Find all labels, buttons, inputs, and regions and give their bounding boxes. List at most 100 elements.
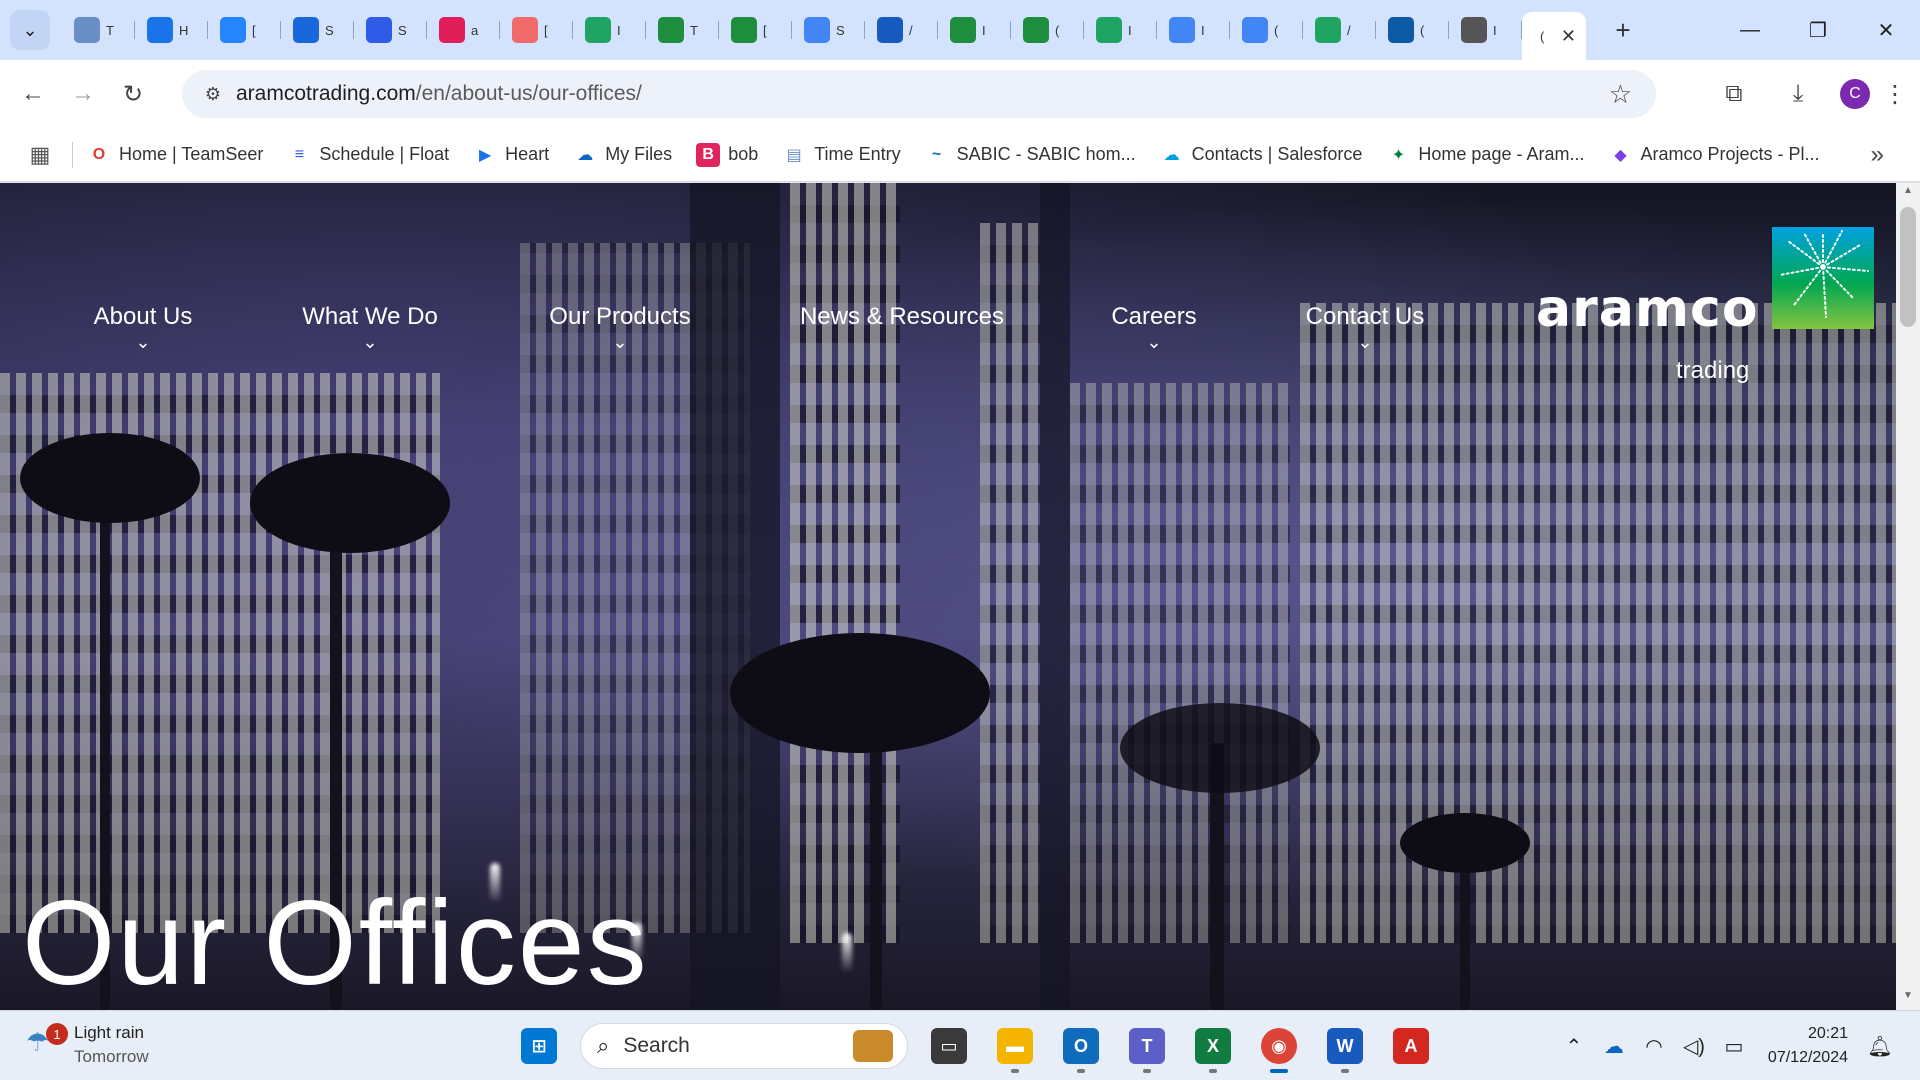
active-tab[interactable]: (✕ — [1522, 12, 1586, 60]
browser-tab[interactable]: / — [865, 12, 938, 48]
heart-icon: ▶ — [479, 146, 492, 164]
more-bookmarks-icon[interactable]: » — [1871, 141, 1884, 169]
restore-button[interactable]: ❐ — [1784, 0, 1852, 60]
tab-title: I — [982, 22, 986, 38]
bookmark-item[interactable]: ~ SABIC - SABIC hom... — [925, 143, 1136, 167]
browser-tab[interactable]: I — [573, 12, 646, 48]
taskbar-search[interactable]: ⌕ Search — [580, 1023, 908, 1069]
tab-title: / — [1347, 22, 1351, 38]
site-info-icon[interactable]: ⚙ — [190, 84, 236, 105]
clock[interactable]: 20:21 07/12/2024 — [1768, 1022, 1848, 1070]
bookmark-label: My Files — [605, 144, 673, 164]
profile-avatar[interactable]: C — [1840, 79, 1870, 109]
word-icon: W — [1327, 1028, 1363, 1064]
browser-tab[interactable]: ( — [1011, 12, 1084, 48]
nav-news-resources[interactable]: News & Resources — [800, 303, 1004, 331]
url-text[interactable]: aramcotrading.com/en/about-us/our-office… — [236, 82, 642, 106]
address-bar[interactable]: ⚙ aramcotrading.com/en/about-us/our-offi… — [182, 70, 1656, 118]
minimize-button[interactable]: — — [1716, 0, 1784, 60]
browser-tab[interactable]: I — [1157, 12, 1230, 48]
jira-icon — [220, 17, 246, 43]
bookmark-item[interactable]: O Home | TeamSeer — [87, 143, 264, 167]
start-button[interactable]: ⊞ — [506, 1019, 572, 1073]
sabic-icon: ~ — [931, 145, 942, 163]
time-entry-icon — [74, 17, 100, 43]
main-navigation: About Us ⌄ What We Do ⌄ Our Products ⌄ N… — [0, 303, 1460, 383]
sheets-icon — [1023, 17, 1049, 43]
bookmark-item[interactable]: ▶ Heart — [473, 143, 549, 167]
logo-subtitle: trading — [1676, 357, 1750, 384]
teams-button[interactable]: T — [1114, 1019, 1180, 1073]
extensions-icon[interactable]: ⧉ — [1702, 69, 1766, 119]
browser-tab[interactable]: [ — [719, 12, 792, 48]
forward-button[interactable]: → — [58, 69, 108, 119]
clock-date: 07/12/2024 — [1767, 1049, 1848, 1066]
new-tab-button[interactable]: + — [1606, 15, 1640, 46]
apps-grid-icon[interactable]: ▦ — [20, 142, 60, 168]
browser-tab[interactable]: ( — [1376, 12, 1449, 48]
bookmark-item[interactable]: ▤ Time Entry — [782, 143, 901, 167]
browser-tab[interactable]: I — [1449, 12, 1522, 48]
browser-tab[interactable]: T — [62, 12, 135, 48]
close-window-button[interactable]: ✕ — [1852, 0, 1920, 60]
chevron-down-icon: ⌄ — [1357, 332, 1373, 352]
browser-tab[interactable]: H — [135, 12, 208, 48]
bookmark-item[interactable]: ✦ Home page - Aram... — [1386, 143, 1585, 167]
back-button[interactable]: ← — [8, 69, 58, 119]
reload-button[interactable]: ↻ — [108, 69, 158, 119]
scroll-up-icon[interactable]: ▲ — [1896, 185, 1920, 205]
nav-what-we-do[interactable]: What We Do ⌄ — [302, 303, 438, 351]
onedrive-icon[interactable]: ☁ — [1594, 1034, 1634, 1059]
browser-tab[interactable]: a — [427, 12, 500, 48]
browser-tab[interactable]: [ — [208, 12, 281, 48]
nav-about-us[interactable]: About Us ⌄ — [94, 303, 193, 351]
browser-tab[interactable]: S — [354, 12, 427, 48]
outlook-button[interactable]: O — [1048, 1019, 1114, 1073]
tab-title: T — [690, 22, 698, 38]
nav-label: What We Do — [302, 303, 438, 330]
volume-icon[interactable]: ◁) — [1674, 1034, 1714, 1059]
task-view-button[interactable]: ▭ — [916, 1019, 982, 1073]
page-scrollbar[interactable]: ▲ ▼ — [1896, 183, 1920, 1010]
bookmark-item[interactable]: ☁ My Files — [573, 143, 672, 167]
browser-tab[interactable]: I — [938, 12, 1011, 48]
browser-tab[interactable]: [ — [500, 12, 573, 48]
bookmark-item[interactable]: ≡ Schedule | Float — [287, 143, 449, 167]
scroll-down-icon[interactable]: ▼ — [1896, 990, 1920, 1010]
weather-widget[interactable]: ☂ 1 Light rain Tomorrow — [26, 1021, 149, 1069]
close-tab-icon[interactable]: ✕ — [1561, 26, 1576, 47]
tab-title: I — [1128, 22, 1132, 38]
menu-kebab-icon[interactable]: ⋮ — [1880, 69, 1910, 119]
notifications-bell-icon[interactable]: 🔔︎ — [1860, 1034, 1900, 1059]
downloads-icon[interactable]: ⤓ — [1766, 69, 1830, 119]
scrollbar-thumb[interactable] — [1900, 207, 1916, 327]
word-button[interactable]: W — [1312, 1019, 1378, 1073]
browser-tab[interactable]: / — [1303, 12, 1376, 48]
bookmark-star-icon[interactable]: ☆ — [1609, 79, 1632, 110]
tab-search-button[interactable]: ⌄ — [10, 10, 50, 50]
aramco-trading-logo[interactable]: aramco trading — [1536, 227, 1876, 384]
wifi-icon[interactable]: ◠ — [1634, 1034, 1674, 1059]
tab-title: I — [617, 22, 621, 38]
bookmark-item[interactable]: Bbob — [696, 142, 758, 167]
acrobat-button[interactable]: A — [1378, 1019, 1444, 1073]
excel-button[interactable]: X — [1180, 1019, 1246, 1073]
nav-contact-us[interactable]: Contact Us ⌄ — [1306, 303, 1425, 351]
browser-tab[interactable]: I — [1084, 12, 1157, 48]
nav-our-products[interactable]: Our Products ⌄ — [549, 303, 690, 351]
chevron-down-icon: ⌄ — [22, 19, 38, 40]
browser-tab[interactable]: T — [646, 12, 719, 48]
chrome-button[interactable]: ◉ — [1246, 1019, 1312, 1073]
show-hidden-icons-button[interactable]: ⌃ — [1554, 1034, 1594, 1059]
bookmark-item[interactable]: ☁ Contacts | Salesforce — [1160, 143, 1363, 167]
battery-icon[interactable]: ▭ — [1714, 1034, 1754, 1059]
browser-tab[interactable]: ( — [1230, 12, 1303, 48]
nav-careers[interactable]: Careers ⌄ — [1111, 303, 1196, 351]
browser-tab[interactable]: S — [792, 12, 865, 48]
bookmark-item[interactable]: ◆ Aramco Projects - Pl... — [1608, 143, 1819, 167]
bookmarks-bar: ▦ O Home | TeamSeer ≡ Schedule | Float ▶ Hear… — [0, 128, 1920, 182]
file-explorer-button[interactable]: ▬ — [982, 1019, 1048, 1073]
browser-tab[interactable]: S — [281, 12, 354, 48]
browser-toolbar: ← → ↻ ⚙ aramcotrading.com/en/about-us/ou… — [0, 60, 1920, 128]
tab-title: I — [1201, 22, 1205, 38]
